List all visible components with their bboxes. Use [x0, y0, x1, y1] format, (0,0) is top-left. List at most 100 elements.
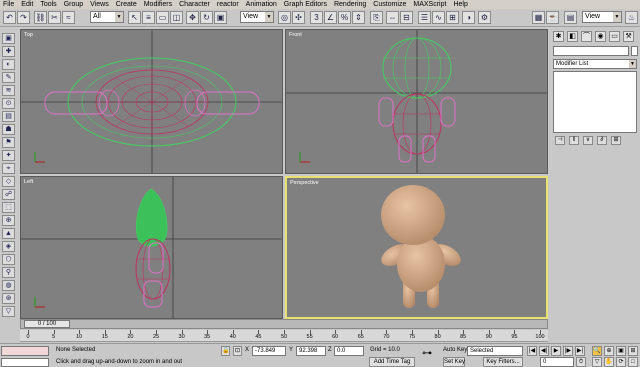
key-filters-button[interactable]: Key Filters... — [483, 357, 523, 367]
play-icon[interactable]: ▶ — [551, 346, 561, 356]
prev-frame-icon[interactable]: ◀| — [539, 346, 549, 356]
scale-icon[interactable]: ▣ — [214, 11, 227, 24]
menu-rendering[interactable]: Rendering — [334, 0, 366, 9]
zoom-extents-all-icon[interactable]: ⊞ — [628, 346, 638, 356]
menu-graph-editors[interactable]: Graph Editors — [284, 0, 327, 9]
snap-3d-icon[interactable]: 3 — [310, 11, 323, 24]
window-crossing-icon[interactable]: ◫ — [170, 11, 183, 24]
tool-icon-4[interactable]: ✎ — [2, 72, 15, 83]
zoom-all-icon[interactable]: ⊕ — [604, 346, 614, 356]
make-unique-icon[interactable]: ∨ — [583, 136, 593, 145]
link-icon[interactable]: ⛓ — [34, 11, 47, 24]
display-tab-icon[interactable]: ▭ — [609, 31, 620, 42]
menu-animation[interactable]: Animation — [246, 0, 277, 9]
tool-icon-17[interactable]: ◈ — [2, 241, 15, 252]
tool-icon-2[interactable]: ✚ — [2, 46, 15, 57]
render-frame-icon[interactable]: ▦ — [532, 11, 545, 24]
rect-selection-icon[interactable]: ▭ — [156, 11, 169, 24]
viewport-front[interactable]: Front — [285, 29, 548, 174]
menu-modifiers[interactable]: Modifiers — [144, 0, 172, 9]
layer-manager-icon[interactable]: ☰ — [418, 11, 431, 24]
tool-icon-10[interactable]: ✦ — [2, 150, 15, 161]
render-type-icon[interactable]: ▤ — [564, 11, 577, 24]
viewport-left[interactable]: Left — [20, 176, 283, 319]
configure-sets-icon[interactable]: ⊞ — [611, 136, 621, 145]
menu-tools[interactable]: Tools — [40, 0, 56, 9]
tool-icon-14[interactable]: ⬚ — [2, 202, 15, 213]
menu-file[interactable]: File — [3, 0, 14, 9]
show-end-result-icon[interactable]: ‖ — [569, 136, 579, 145]
add-time-tag-button[interactable]: Add Time Tag — [369, 357, 415, 367]
utilities-tab-icon[interactable]: ⚒ — [623, 31, 634, 42]
remove-modifier-icon[interactable]: ∂ — [597, 136, 607, 145]
tool-icon-9[interactable]: ⚑ — [2, 137, 15, 148]
maxscript-mini-listener[interactable] — [1, 358, 49, 367]
bind-spacewarp-icon[interactable]: ≈ — [62, 11, 75, 24]
spinner-snap-icon[interactable]: ⇕ — [352, 11, 365, 24]
teapot-icon[interactable]: ♨ — [625, 11, 638, 24]
undo-icon[interactable]: ↶ — [3, 11, 16, 24]
field-of-view-icon[interactable]: ▽ — [592, 357, 602, 367]
pan-icon[interactable]: ✋ — [604, 357, 614, 367]
move-icon[interactable]: ✥ — [186, 11, 199, 24]
tool-icon-1[interactable]: ▣ — [2, 33, 15, 44]
menu-help[interactable]: Help — [453, 0, 467, 9]
tool-icon-12[interactable]: ◇ — [2, 176, 15, 187]
tool-icon-7[interactable]: ▤ — [2, 111, 15, 122]
align-icon[interactable]: ⊟ — [400, 11, 413, 24]
select-manipulate-icon[interactable]: ✣ — [292, 11, 305, 24]
object-color-swatch[interactable] — [631, 46, 638, 56]
unlink-icon[interactable]: ✂ — [48, 11, 61, 24]
tool-icon-5[interactable]: ≋ — [2, 85, 15, 96]
tool-icon-20[interactable]: ◍ — [2, 280, 15, 291]
pivot-center-icon[interactable]: ◎ — [278, 11, 291, 24]
angle-snap-icon[interactable]: ∠ — [324, 11, 337, 24]
modifier-stack[interactable] — [553, 71, 637, 133]
tool-icon-21[interactable]: ⊛ — [2, 293, 15, 304]
pin-stack-icon[interactable]: ⊣ — [555, 136, 565, 145]
tool-icon-8[interactable]: ☗ — [2, 124, 15, 135]
tool-icon-22[interactable]: ▽ — [2, 306, 15, 317]
menu-views[interactable]: Views — [90, 0, 109, 9]
menu-customize[interactable]: Customize — [373, 0, 406, 9]
goto-start-icon[interactable]: |◀ — [527, 346, 537, 356]
zoom-icon[interactable]: 🔍 — [592, 346, 602, 356]
time-config-icon[interactable]: ⏱ — [576, 357, 586, 367]
rotate-icon[interactable]: ↻ — [200, 11, 213, 24]
quick-render-icon[interactable]: ☕ — [546, 11, 559, 24]
create-tab-icon[interactable]: ✱ — [553, 31, 564, 42]
lock-selection-icon[interactable]: 🔒 — [221, 346, 230, 356]
next-frame-icon[interactable]: |▶ — [563, 346, 573, 356]
orbit-icon[interactable]: ⟳ — [616, 357, 626, 367]
render-setup-icon[interactable]: ⚙ — [478, 11, 491, 24]
curve-editor-icon[interactable]: ∿ — [432, 11, 445, 24]
selection-filter-dropdown[interactable]: All ▼ — [90, 11, 124, 23]
motion-tab-icon[interactable]: ◉ — [595, 31, 606, 42]
set-key-button[interactable]: Set Key — [443, 357, 465, 367]
z-coord-field[interactable]: 0.0 — [334, 346, 364, 356]
modify-tab-icon[interactable]: ◧ — [567, 31, 578, 42]
viewport-top[interactable]: Top — [20, 29, 283, 174]
menu-group[interactable]: Group — [64, 0, 83, 9]
time-slider-track[interactable] — [20, 319, 548, 329]
auto-key-label[interactable]: Auto Key — [443, 347, 467, 353]
percent-snap-icon[interactable]: % — [338, 11, 351, 24]
time-slider[interactable]: 0 / 100 — [24, 320, 70, 328]
tool-icon-19[interactable]: ⚲ — [2, 267, 15, 278]
key-mode-dropdown[interactable]: Selected — [467, 346, 523, 356]
select-by-name-icon[interactable]: ≡ — [142, 11, 155, 24]
absolute-mode-icon[interactable]: ⊡ — [233, 346, 242, 356]
maximize-viewport-icon[interactable]: □ — [628, 357, 638, 367]
x-coord-field[interactable]: -73.849 — [252, 346, 286, 356]
redo-icon[interactable]: ↷ — [17, 11, 30, 24]
schematic-view-icon[interactable]: ⊞ — [446, 11, 459, 24]
key-icon[interactable]: ⊶ — [422, 348, 432, 359]
select-object-icon[interactable]: ↖ — [128, 11, 141, 24]
zoom-extents-icon[interactable]: ▣ — [616, 346, 626, 356]
current-frame-field[interactable]: 0 — [540, 357, 574, 367]
menu-create[interactable]: Create — [116, 0, 137, 9]
reference-coord-dropdown[interactable]: View ▼ — [240, 11, 274, 23]
tool-icon-11[interactable]: ⌖ — [2, 163, 15, 174]
viewport-perspective[interactable]: Perspective — [285, 176, 548, 319]
menu-reactor[interactable]: reactor — [217, 0, 239, 9]
